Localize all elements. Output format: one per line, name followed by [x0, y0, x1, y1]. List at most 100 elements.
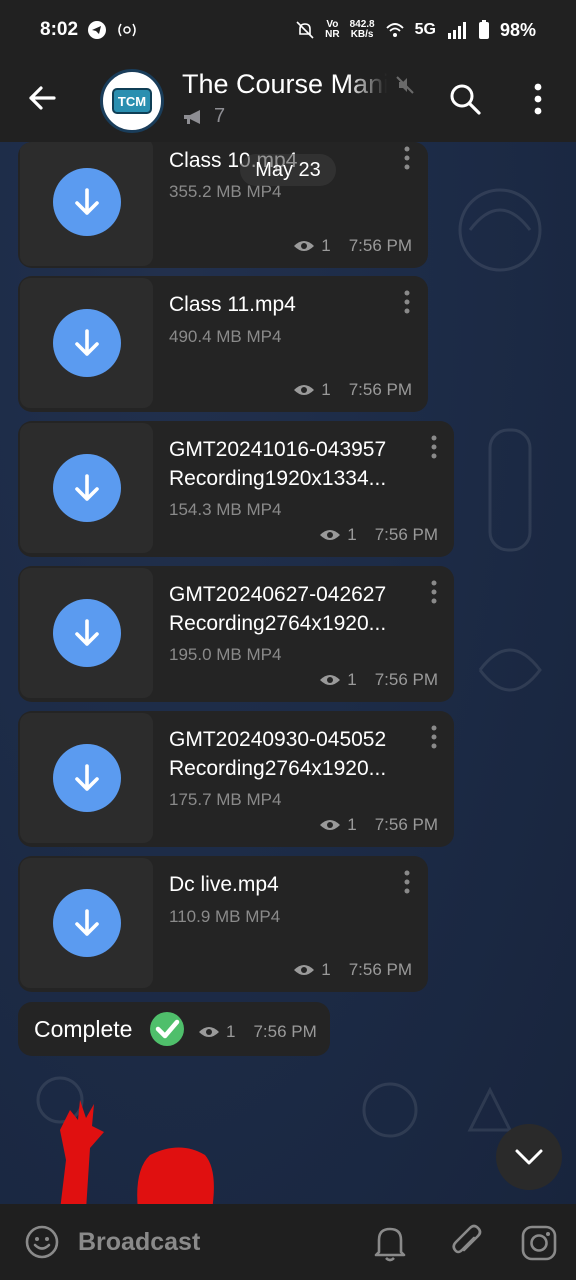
hotspot-icon: [118, 23, 136, 37]
telegram-icon: [88, 21, 107, 39]
message-meta: 1 7:56 PM: [319, 670, 438, 690]
message-time: 7:56 PM: [374, 525, 438, 544]
file-message[interactable]: Class 10.mp4 355.2 MB MP4 1 7:56 PM: [18, 142, 428, 268]
file-message[interactable]: GMT20240627-042627 Recording2764x1920...…: [18, 566, 454, 702]
file-size: 490.4 MB MP4: [169, 327, 282, 346]
message-time: 7:56 PM: [374, 670, 438, 689]
download-arrow-icon: [74, 909, 99, 936]
message-time: 7:56 PM: [348, 380, 412, 399]
view-count: 1: [347, 525, 357, 544]
file-size: 195.0 MB MP4: [169, 645, 282, 664]
wifi-icon: [385, 23, 404, 37]
message-time: 7:56 PM: [348, 236, 412, 255]
download-button[interactable]: [52, 889, 121, 957]
battery-level: 98%: [499, 19, 536, 40]
battery-icon: [478, 20, 489, 39]
chevron-down-icon: [515, 1149, 543, 1165]
download-button[interactable]: [52, 454, 121, 522]
download-button[interactable]: [52, 599, 121, 667]
message-menu-icon[interactable]: [402, 870, 412, 896]
views-eye-icon: [294, 385, 315, 395]
file-name-line2: Recording1920x1334...: [169, 467, 387, 490]
message-time: 7:56 PM: [374, 815, 438, 834]
file-name-line2: Recording2764x1920...: [169, 612, 387, 635]
file-thumbnail: [20, 142, 153, 266]
file-size: 110.9 MB MP4: [169, 907, 281, 926]
file-message[interactable]: Dc live.mp4 110.9 MB MP4 1 7:56 PM: [18, 856, 428, 992]
file-thumbnail: [20, 858, 153, 988]
views-eye-icon: [294, 241, 315, 251]
search-icon[interactable]: [448, 82, 482, 116]
message-menu-icon[interactable]: [402, 146, 412, 172]
doodle-icon: [458, 188, 542, 272]
file-thumbnail: [20, 278, 153, 408]
download-arrow-icon: [74, 329, 99, 356]
message-menu-icon[interactable]: [429, 580, 439, 606]
file-name: Dc live.mp4: [169, 873, 279, 896]
channel-subtitle: 7: [182, 105, 225, 128]
download-arrow-icon: [74, 188, 99, 215]
message-meta: 1 7:56 PM: [319, 525, 438, 545]
back-arrow-icon[interactable]: [26, 82, 58, 114]
red-sticker-image: [60, 1100, 214, 1210]
channel-title[interactable]: The Course Mania: [182, 69, 387, 100]
message-meta: 1 7:56 PM: [293, 236, 412, 256]
download-arrow-icon: [74, 619, 99, 646]
message-menu-icon[interactable]: [429, 435, 439, 461]
file-size: 154.3 MB MP4: [169, 500, 282, 519]
file-name: Class 11.mp4: [169, 293, 296, 316]
channel-avatar[interactable]: TCM: [100, 69, 164, 133]
download-button[interactable]: [52, 309, 121, 377]
doodle-icon: [488, 428, 532, 552]
attachment-icon[interactable]: [448, 1222, 484, 1262]
file-message[interactable]: GMT20240930-045052 Recording2764x1920...…: [18, 711, 454, 847]
broadcast-label[interactable]: Broadcast: [78, 1228, 200, 1257]
download-button[interactable]: [52, 168, 121, 236]
views-eye-icon: [320, 820, 341, 830]
file-message[interactable]: Class 11.mp4 490.4 MB MP4 1 7:56 PM: [18, 276, 428, 412]
file-name: GMT20241016-043957: [169, 438, 387, 461]
subscriber-count: 7: [214, 105, 226, 127]
view-count: 1: [226, 1022, 236, 1041]
views-eye-icon: [294, 965, 315, 975]
message-meta: 1 7:56 PM: [319, 815, 438, 835]
message-menu-icon[interactable]: [429, 725, 439, 751]
message-meta: 1 7:56 PM: [293, 960, 412, 980]
emoji-icon[interactable]: [24, 1224, 60, 1260]
file-thumbnail: [20, 423, 153, 553]
text-message[interactable]: Complete 1 7:56 PM: [18, 1002, 330, 1056]
bottom-bar: Broadcast: [0, 1204, 576, 1280]
scroll-to-bottom-button[interactable]: [496, 1124, 562, 1190]
file-name-line2: Recording2764x1920...: [169, 757, 387, 780]
volte-indicator: Vo NR: [325, 19, 340, 40]
view-count: 1: [347, 815, 357, 834]
check-mark-emoji-icon: [150, 1012, 184, 1046]
file-name: GMT20240627-042627: [169, 583, 387, 606]
view-count: 1: [321, 380, 331, 399]
views-eye-icon: [320, 530, 341, 540]
file-thumbnail: [20, 568, 153, 698]
bell-icon[interactable]: [372, 1222, 408, 1262]
chat-header: TCM The Course Mania 7: [0, 60, 576, 142]
download-button[interactable]: [52, 744, 121, 812]
megaphone-icon: [184, 109, 200, 124]
more-options-icon[interactable]: [528, 82, 548, 116]
muted-icon: [396, 76, 414, 94]
mute-bell-icon: [296, 21, 314, 39]
network-type: 5G: [414, 21, 436, 38]
clock: 8:02: [40, 19, 79, 40]
signal-icon: [447, 22, 466, 39]
camera-shortcut-icon[interactable]: [520, 1224, 558, 1262]
doodle-icon: [478, 648, 542, 692]
message-meta: 1 7:56 PM: [198, 1022, 317, 1042]
file-message[interactable]: GMT20241016-043957 Recording1920x1334...…: [18, 421, 454, 557]
avatar-logo: TCM: [112, 88, 152, 114]
message-time: 7:56 PM: [348, 960, 412, 979]
file-size: 175.7 MB MP4: [169, 790, 282, 809]
message-menu-icon[interactable]: [402, 290, 412, 316]
message-text: Complete: [34, 1016, 133, 1042]
views-eye-icon: [320, 675, 341, 685]
message-time: 7:56 PM: [253, 1022, 317, 1041]
view-count: 1: [347, 670, 357, 689]
file-thumbnail: [20, 713, 153, 843]
